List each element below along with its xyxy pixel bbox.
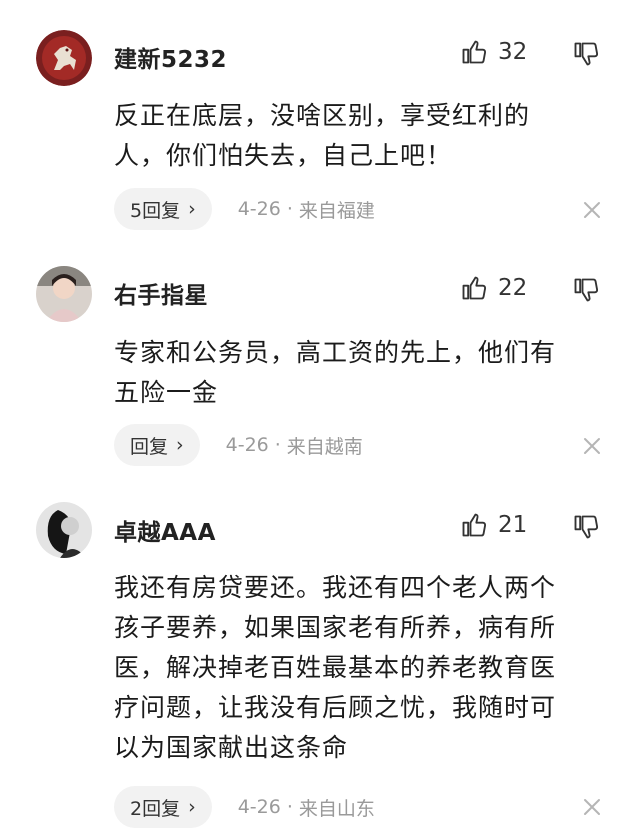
comment-meta: 2回复 › 4-26 · 来自山东	[114, 786, 375, 828]
reply-button[interactable]: 2回复 ›	[114, 786, 212, 828]
comment-text-line: 医，解决掉老百姓最基本的养老教育医	[114, 653, 557, 682]
comment-location: 来自福建	[298, 199, 375, 222]
thumbs-down-icon	[574, 42, 599, 66]
dislike-button[interactable]	[572, 40, 600, 72]
comment-text: 我还有房贷要还。我还有四个老人两个 孩子要养，如果国家老有所养，病有所 医，解决…	[114, 568, 614, 768]
reply-button[interactable]: 5回复 ›	[114, 188, 212, 230]
thumbs-up-icon	[462, 276, 487, 300]
bw-portrait-avatar-icon	[36, 502, 92, 558]
dislike-button[interactable]	[572, 276, 600, 308]
meta-separator: ·	[286, 796, 293, 818]
reply-button[interactable]: 回复 ›	[114, 424, 200, 466]
comment-text-line: 疗问题，让我没有后顾之忧，我随时可	[114, 693, 557, 722]
comment-date: 4-26	[237, 796, 281, 818]
like-button[interactable]: 21	[460, 511, 527, 539]
comment-text-line: 我还有房贷要还。我还有四个老人两个	[114, 573, 557, 602]
comment-text-line: 孩子要养，如果国家老有所养，病有所	[114, 613, 557, 642]
comment-text: 专家和公务员，高工资的先上，他们有 五险一金	[114, 333, 614, 413]
username[interactable]: 卓越AAA	[114, 513, 216, 547]
chevron-right-icon: ›	[188, 796, 196, 818]
username[interactable]: 建新5232	[114, 40, 227, 74]
meta-separator: ·	[274, 434, 281, 456]
reply-label: 回复	[130, 435, 169, 458]
avatar[interactable]	[36, 30, 92, 86]
chevron-right-icon: ›	[188, 198, 196, 220]
avatar[interactable]	[36, 502, 92, 558]
dislike-button[interactable]	[572, 513, 600, 545]
comment-text-line: 人，你们怕失去，自己上吧！	[114, 141, 453, 170]
comment-meta: 回复 › 4-26 · 来自越南	[114, 424, 363, 466]
comment-text: 反正在底层，没啥区别，享受红利的 人，你们怕失去，自己上吧！	[114, 96, 614, 176]
comment-meta: 5回复 › 4-26 · 来自福建	[114, 188, 375, 230]
reply-label: 5回复	[130, 199, 181, 222]
horse-logo-avatar-icon	[36, 30, 92, 86]
comment-date: 4-26	[237, 198, 281, 220]
comment-text-line: 以为国家献出这条命	[114, 733, 349, 762]
thumbs-up-icon	[462, 40, 487, 64]
reply-label: 2回复	[130, 797, 181, 820]
like-count: 32	[498, 39, 528, 65]
meta-separator: ·	[286, 198, 293, 220]
like-button[interactable]: 32	[460, 38, 527, 66]
like-count: 22	[498, 275, 528, 301]
thumbs-up-icon	[462, 513, 487, 537]
close-icon[interactable]	[582, 436, 602, 456]
comment-text-line: 五险一金	[114, 378, 219, 407]
comment-date: 4-26	[225, 434, 269, 456]
comment-text-line: 专家和公务员，高工资的先上，他们有	[114, 338, 557, 367]
avatar[interactable]	[36, 266, 92, 322]
comment-location: 来自山东	[298, 797, 375, 820]
like-count: 21	[498, 512, 528, 538]
comment-location: 来自越南	[286, 435, 363, 458]
close-icon[interactable]	[582, 797, 602, 817]
comment-text-line: 反正在底层，没啥区别，享受红利的	[114, 101, 531, 130]
thumbs-down-icon	[574, 515, 599, 539]
girl-photo-avatar-icon	[36, 266, 92, 322]
close-icon[interactable]	[582, 200, 602, 220]
chevron-right-icon: ›	[176, 434, 184, 456]
thumbs-down-icon	[574, 278, 599, 302]
like-button[interactable]: 22	[460, 274, 527, 302]
username[interactable]: 右手指星	[114, 276, 208, 310]
